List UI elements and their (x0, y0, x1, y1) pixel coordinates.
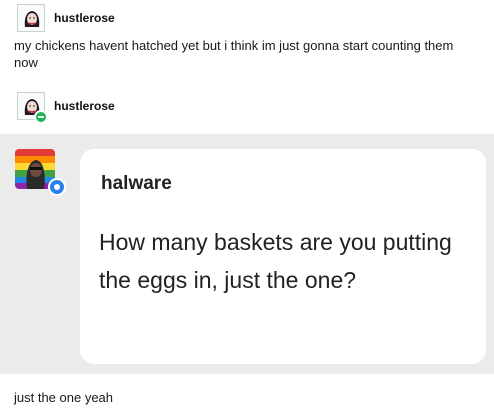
quoted-username[interactable]: halware (101, 173, 172, 195)
post-header: hustlerose (17, 4, 115, 32)
quoted-message-text: How many baskets are you putting the egg… (99, 229, 452, 293)
reblog-username[interactable]: hustlerose (54, 99, 115, 113)
user-avatar[interactable] (17, 4, 45, 32)
reply-body: just the one yeah (14, 390, 114, 405)
reblog-header: hustlerose (17, 92, 115, 120)
username[interactable]: hustlerose (54, 11, 115, 25)
online-status-icon (34, 110, 48, 124)
chat-bubble-icon (48, 178, 66, 196)
avatar-image (18, 5, 44, 31)
post-body: my chickens havent hatched yet but i thi… (14, 38, 454, 70)
